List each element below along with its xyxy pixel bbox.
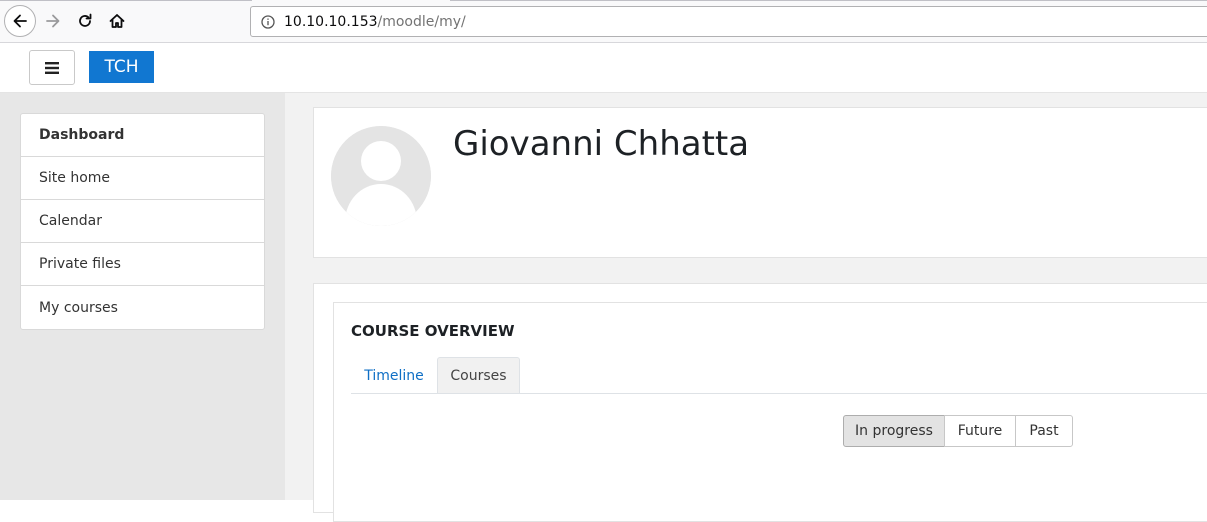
drawer-item-site-home[interactable]: Site home xyxy=(21,157,264,200)
tab-courses[interactable]: Courses xyxy=(437,357,520,394)
forward-arrow-icon xyxy=(46,14,60,28)
url-path: /moodle/my/ xyxy=(377,13,466,30)
info-icon[interactable] xyxy=(261,14,275,29)
home-icon xyxy=(109,14,125,28)
forward-button[interactable] xyxy=(37,5,69,37)
tabs-divider xyxy=(351,393,1207,394)
site-brand-link[interactable]: TCH xyxy=(89,51,154,83)
tab-strip-edge xyxy=(0,0,252,1)
page-header: Giovanni Chhatta xyxy=(313,107,1207,258)
reload-icon xyxy=(79,13,92,27)
drawer-nav-list: Dashboard Site home Calendar Private fil… xyxy=(20,113,265,330)
nav-drawer: Dashboard Site home Calendar Private fil… xyxy=(0,93,285,500)
reload-button[interactable] xyxy=(69,5,101,37)
course-overview-card: COURSE OVERVIEW Timeline Courses In prog… xyxy=(333,302,1207,522)
drawer-item-dashboard[interactable]: Dashboard xyxy=(21,114,264,157)
course-overview-title: COURSE OVERVIEW xyxy=(351,322,515,340)
drawer-item-private-files[interactable]: Private files xyxy=(21,243,264,286)
url-text: 10.10.10.153/moodle/my/ xyxy=(284,14,466,30)
address-bar[interactable]: 10.10.10.153/moodle/my/ xyxy=(250,6,1207,37)
filter-future-button[interactable]: Future xyxy=(944,415,1016,447)
drawer-toggle-button[interactable] xyxy=(29,50,75,85)
back-arrow-icon xyxy=(13,14,27,28)
user-full-name: Giovanni Chhatta xyxy=(453,124,750,164)
course-overview-block: COURSE OVERVIEW Timeline Courses In prog… xyxy=(313,283,1207,522)
home-button[interactable] xyxy=(101,5,133,37)
filter-past-button[interactable]: Past xyxy=(1015,415,1073,447)
drawer-item-my-courses[interactable]: My courses xyxy=(21,286,264,329)
user-avatar[interactable] xyxy=(331,126,431,226)
tab-strip-edge xyxy=(450,0,1207,1)
tab-timeline[interactable]: Timeline xyxy=(351,357,437,394)
default-user-avatar xyxy=(331,126,431,226)
filter-in-progress-button[interactable]: In progress xyxy=(843,415,945,447)
back-button[interactable] xyxy=(4,5,36,37)
drawer-item-calendar[interactable]: Calendar xyxy=(21,200,264,243)
course-filter-group: In progress Future Past xyxy=(843,415,1073,447)
browser-toolbar: 10.10.10.153/moodle/my/ xyxy=(0,0,1207,43)
url-host: 10.10.10.153 xyxy=(284,13,378,30)
site-navbar: TCH xyxy=(0,43,1207,93)
hamburger-icon xyxy=(45,61,59,74)
